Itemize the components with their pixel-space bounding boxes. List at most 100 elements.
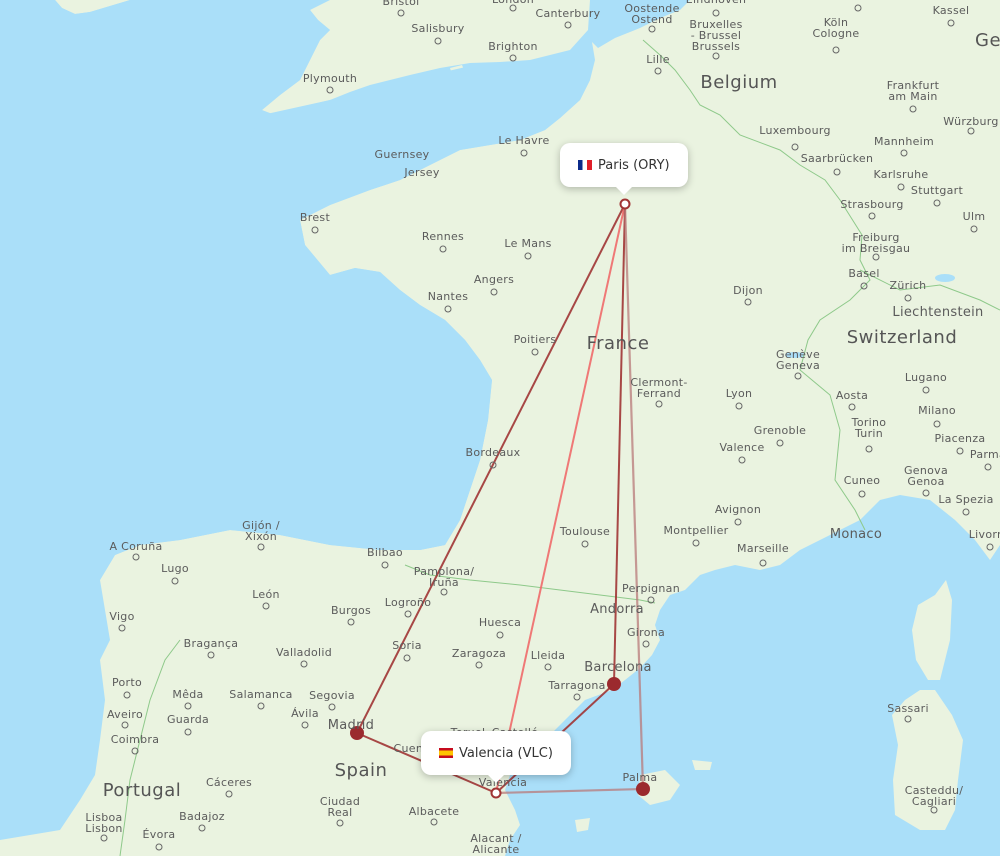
city-label: Montpellier <box>663 524 729 537</box>
city-dot-icon <box>967 127 975 135</box>
city-dot-icon <box>791 143 799 151</box>
city-label: Brest <box>299 211 331 224</box>
es-flag-icon <box>439 748 453 758</box>
city-dot-icon <box>573 693 581 701</box>
route-line[interactable] <box>623 203 645 790</box>
city-label: La Spezia <box>938 493 994 506</box>
city-dot-icon <box>225 790 233 798</box>
city-label: Huesca <box>478 616 522 629</box>
city-dot-icon <box>962 508 970 516</box>
city-label: Évora <box>142 828 176 841</box>
city-dot-icon <box>712 52 720 60</box>
city-label: Clermont- Ferrand <box>630 376 688 400</box>
country-label-monaco: Monaco <box>829 527 883 542</box>
city-dot-icon <box>860 282 868 290</box>
hub-marker-icon[interactable] <box>607 677 621 691</box>
city-label: Lugano <box>904 371 948 384</box>
city-dot-icon <box>933 199 941 207</box>
city-label: Kassel <box>932 4 970 17</box>
city-label: Cuneo <box>843 474 881 487</box>
city-dot-icon <box>257 543 265 551</box>
city-dot-icon <box>933 420 941 428</box>
city-dot-icon <box>326 86 334 94</box>
city-dot-icon <box>738 456 746 464</box>
city-dot-icon <box>648 25 656 33</box>
city-dot-icon <box>301 721 309 729</box>
city-label: Lille <box>646 53 670 66</box>
city-label: Bruxelles - Brussel Brussels <box>689 18 743 53</box>
country-label-germany: Germ <box>975 30 1000 51</box>
city-dot-icon <box>496 631 504 639</box>
city-dot-icon <box>854 4 862 12</box>
city-dot-icon <box>381 561 389 569</box>
city-label: Ulm <box>962 210 986 223</box>
city-dot-icon <box>900 149 908 157</box>
city-label: Burgos <box>330 604 372 617</box>
city-dot-icon <box>734 518 742 526</box>
city-dot-icon <box>123 691 131 699</box>
city-label: Freiburg im Breisgau <box>841 231 911 255</box>
city-dot-icon <box>759 559 767 567</box>
city-dot-icon <box>444 305 452 313</box>
city-label: Dortmund <box>829 0 887 1</box>
city-label: Perpignan <box>622 582 680 595</box>
hub-marker-icon[interactable] <box>636 782 650 796</box>
city-dot-icon <box>434 37 442 45</box>
city-label: Frankfurt am Main <box>886 79 940 103</box>
city-label: Torino Turin <box>851 416 887 440</box>
city-label: Zürich <box>889 279 927 292</box>
city-label: Zaragoza <box>451 647 507 660</box>
destination-tooltip[interactable]: Valencia (VLC) <box>421 731 571 775</box>
city-label: Bilbao <box>367 546 403 559</box>
city-label: Eindhoven <box>686 0 747 5</box>
city-dot-icon <box>986 543 994 551</box>
city-label: Coimbra <box>110 733 160 746</box>
city-label: Aveiro <box>106 708 144 721</box>
city-label: León <box>252 588 280 601</box>
city-label: Bragança <box>183 637 239 650</box>
city-label: Valladolid <box>275 646 333 659</box>
country-label-portugal: Portugal <box>102 780 182 801</box>
city-dot-icon <box>184 702 192 710</box>
city-dot-icon <box>655 400 663 408</box>
city-label: Salamanca <box>229 688 293 701</box>
city-dot-icon <box>207 651 215 659</box>
city-label: Angers <box>473 273 515 286</box>
city-label: Stuttgart <box>910 184 964 197</box>
city-label: Valence <box>719 441 765 454</box>
city-label: Dijon <box>733 284 763 297</box>
route-map[interactable]: Belgium France Switzerland Spain Portuga… <box>0 0 1000 856</box>
city-dot-icon <box>118 624 126 632</box>
city-dot-icon <box>858 490 866 498</box>
city-label: Basel <box>848 267 880 280</box>
city-dot-icon <box>904 294 912 302</box>
city-dot-icon <box>897 183 905 191</box>
city-label: Canterbury <box>535 7 601 20</box>
city-dot-icon <box>132 553 140 561</box>
city-label: Ciudad Real <box>319 795 361 819</box>
origin-tooltip[interactable]: Paris (ORY) <box>560 143 688 187</box>
city-dot-icon <box>262 602 270 610</box>
city-label: Segovia <box>309 689 355 702</box>
city-label: Karlsruhe <box>873 168 929 181</box>
city-dot-icon <box>531 348 539 356</box>
city-dot-icon <box>509 4 517 12</box>
city-label: Cáceres <box>205 776 253 789</box>
city-label: Poitiers <box>513 333 557 346</box>
city-dot-icon <box>440 588 448 596</box>
city-label: Aosta <box>835 389 869 402</box>
city-label: Barcelona <box>584 660 652 675</box>
city-label: Pamplona/Iruña <box>413 565 475 589</box>
city-label: Rennes <box>421 230 465 243</box>
city-dot-icon <box>848 403 856 411</box>
route-line[interactable] <box>495 203 626 794</box>
city-label: Soria <box>392 639 422 652</box>
city-label: Logroño <box>384 596 432 609</box>
airport-marker-icon[interactable] <box>490 787 502 799</box>
city-label: Genève Geneva <box>775 348 821 372</box>
airport-marker-icon[interactable] <box>619 198 631 210</box>
country-label-andorra: Andorra <box>590 602 644 617</box>
city-label: Saarbrücken <box>800 152 874 165</box>
city-dot-icon <box>868 212 876 220</box>
route-line[interactable] <box>495 787 644 795</box>
